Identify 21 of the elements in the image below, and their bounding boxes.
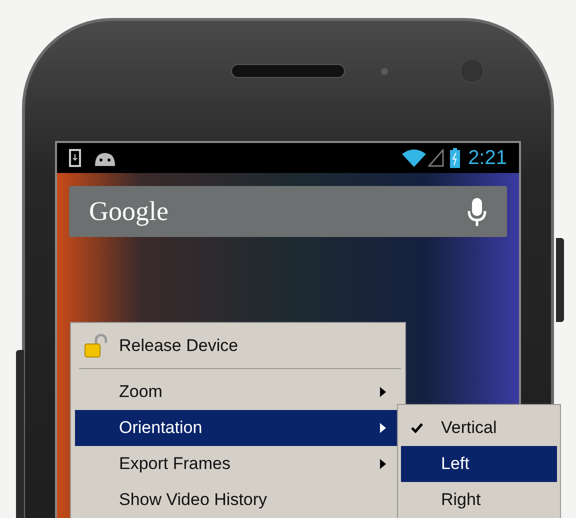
clock-text: 2:21 (468, 146, 507, 171)
checkmark-icon (411, 423, 423, 433)
side-button[interactable] (16, 350, 24, 518)
submenu-arrow-icon (379, 458, 387, 470)
battery-icon (450, 148, 460, 168)
search-logo: Google (89, 195, 170, 228)
menu-item[interactable]: Zoom (75, 374, 405, 410)
submenu-arrow-icon (379, 386, 387, 398)
side-button[interactable] (556, 238, 564, 322)
android-robot-icon (93, 150, 117, 166)
microphone-icon[interactable] (467, 196, 487, 226)
sensor-icon (381, 68, 388, 74)
search-bar[interactable]: Google (69, 186, 507, 237)
padlock-icon (83, 334, 107, 358)
download-notification-icon (69, 149, 81, 167)
menu-item[interactable]: Left (401, 446, 557, 482)
submenu-arrow-icon (379, 422, 387, 434)
signal-icon (428, 149, 444, 167)
menu-item[interactable]: Release Device (75, 328, 405, 364)
wifi-icon (402, 149, 426, 167)
menu-item[interactable]: Right (401, 482, 557, 518)
